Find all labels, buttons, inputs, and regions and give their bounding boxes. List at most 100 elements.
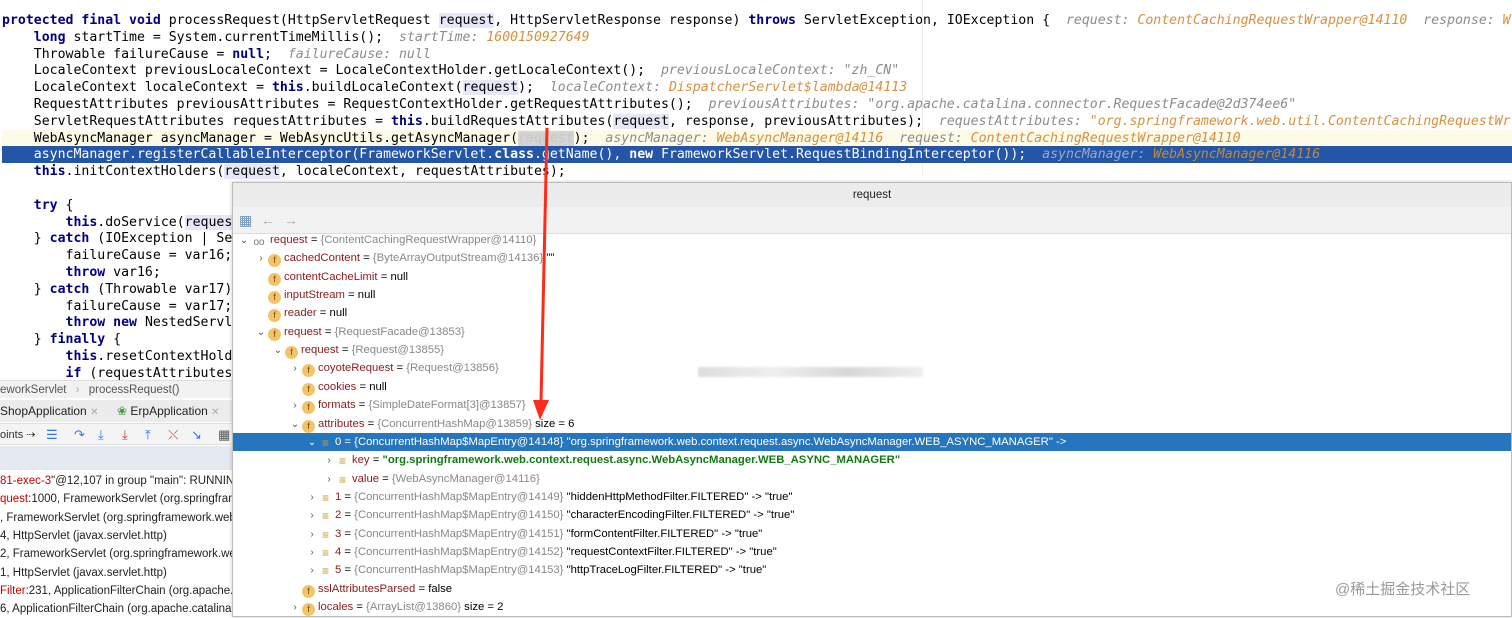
stack-frame[interactable]: Filter:231, ApplicationFilterChain (org.…: [0, 582, 232, 600]
code-token: new: [629, 147, 662, 163]
tree-row[interactable]: ⌄ oo request = {ContentCachingRequestWrapp…: [233, 231, 1511, 249]
code-token: .buildRequestAttributes(: [422, 113, 614, 129]
stack-frame[interactable]: 6, ApplicationFilterChain (org.apache.ca…: [0, 600, 232, 618]
code-token: ServletRequestAttributes requestAttribut…: [2, 113, 392, 129]
stack-frame[interactable]: 81-exec-3"@12,107 in group "main": RUNNI…: [0, 472, 232, 490]
collapse-chevron-icon[interactable]: ⌄: [271, 342, 285, 360]
tree-row[interactable]: › ≡ 4 = {ConcurrentHashMap$MapEntry@14152}…: [233, 543, 1511, 561]
tree-row[interactable]: › ≡ 5 = {ConcurrentHashMap$MapEntry@14153}…: [233, 561, 1511, 579]
tree-row[interactable]: › f locales = {ArrayList@13860} size = 2: [233, 598, 1511, 616]
stack-frame[interactable]: quest:1000, FrameworkServlet (org.spring…: [0, 490, 232, 508]
tree-row[interactable]: › ≡ value = {WebAsyncManager@14116}: [233, 470, 1511, 488]
tree-row[interactable]: ⌄ f request = {RequestFacade@13853}: [233, 323, 1511, 341]
run-to-cursor-icon[interactable]: ↘: [191, 424, 202, 446]
stack-frame[interactable]: 2, FrameworkServlet (org.springframework…: [0, 545, 232, 563]
collapse-chevron-icon[interactable]: ⌄: [237, 232, 251, 250]
drop-frame-icon[interactable]: ⤬: [168, 424, 178, 446]
tree-row[interactable]: › ≡ 3 = {ConcurrentHashMap$MapEntry@14151}…: [233, 525, 1511, 543]
code-token: failureCause = var17;: [2, 298, 233, 314]
watermark: @稀土掘金技术社区: [1335, 581, 1471, 598]
var-name: request: [301, 344, 339, 357]
field-icon: f: [285, 346, 298, 360]
collapse-chevron-icon[interactable]: ⌄: [254, 324, 268, 342]
close-icon[interactable]: ✕: [90, 407, 98, 418]
tree-row[interactable]: f sslAttributesParsed = false: [233, 580, 1511, 598]
var-value: null: [390, 270, 409, 283]
code-token: startTime = System.currentTimeMillis();: [73, 29, 399, 45]
expand-chevron-icon[interactable]: ›: [322, 471, 336, 489]
frames-icon[interactable]: ☰: [46, 424, 58, 446]
expand-chevron-icon[interactable]: ›: [288, 360, 302, 378]
tree-row[interactable]: ⌄ ≡ 0 = {ConcurrentHashMap$MapEntry@14148}…: [233, 432, 1511, 452]
tab-shop-application[interactable]: ShopApplication ✕: [0, 400, 98, 424]
code-line[interactable]: asyncManager.registerCallableInterceptor…: [2, 146, 1512, 164]
tab-erp-application[interactable]: ❀ ErpApplication ✕: [117, 400, 220, 424]
code-token: asyncManager.registerCallableInterceptor…: [2, 147, 495, 163]
code-token: request:: [1065, 13, 1138, 28]
code-token: (requestAttributes: [89, 365, 233, 381]
back-arrow-icon[interactable]: ←: [261, 207, 275, 234]
code-line[interactable]: WebAsyncManager asyncManager = WebAsyncU…: [2, 129, 1512, 147]
code-token: try: [33, 197, 66, 213]
evaluate-icon[interactable]: ▦: [218, 424, 230, 446]
code-token: response:: [1407, 13, 1503, 28]
var-type: {RequestFacade@13853}: [334, 325, 465, 338]
breadcrumb-class[interactable]: eworkServlet: [0, 384, 66, 396]
code-line[interactable]: Throwable failureCause = null; failureCa…: [2, 46, 1512, 63]
forward-arrow-icon[interactable]: →: [284, 207, 298, 234]
tree-row[interactable]: › f cachedContent = {ByteArrayOutputStream…: [233, 249, 1511, 268]
map-entry-icon: ≡: [321, 527, 329, 542]
collapse-chevron-icon[interactable]: ⌄: [305, 434, 319, 452]
tree-row[interactable]: › ≡ 2 = {ConcurrentHashMap$MapEntry@14150}…: [233, 506, 1511, 524]
var-name: 0: [335, 435, 342, 448]
expand-chevron-icon[interactable]: ›: [305, 562, 319, 580]
tree-row[interactable]: › f formats = {SimpleDateFormat[3]@13857}: [233, 396, 1511, 415]
map-entry-icon: ≡: [321, 509, 329, 524]
tree-row[interactable]: f reader = null: [233, 304, 1511, 323]
force-step-into-icon[interactable]: ⤓: [122, 424, 128, 446]
tree-row[interactable]: ⌄ f request = {Request@13855}: [233, 341, 1511, 360]
collapse-chevron-icon[interactable]: ⌄: [288, 416, 302, 434]
step-into-icon[interactable]: ⤓: [98, 424, 104, 446]
code-line[interactable]: LocaleContext previousLocaleContext = Lo…: [2, 62, 1512, 79]
tree-row[interactable]: f cookies = null: [233, 378, 1511, 396]
code-line[interactable]: protected final void processRequest(Http…: [2, 12, 1512, 29]
tree-row[interactable]: ⌄ f attributes = {ConcurrentHashMap@13859}…: [233, 415, 1511, 433]
expand-chevron-icon[interactable]: ›: [305, 489, 319, 507]
stack-frame[interactable]: , FrameworkServlet (org.springframework.…: [0, 509, 232, 527]
code-token: catch: [49, 281, 98, 297]
step-over-icon[interactable]: ↷: [74, 424, 85, 446]
stack-frame[interactable]: 4, HttpServlet (javax.servlet.http): [0, 527, 232, 545]
code-line[interactable]: RequestAttributes previousAttributes = R…: [2, 96, 1512, 113]
expand-chevron-icon[interactable]: ›: [305, 507, 319, 525]
breakpoints-label[interactable]: oints ⇢: [0, 424, 36, 446]
frame-location: 6, ApplicationFilterChain (org.apache.ca…: [0, 603, 232, 616]
tree-row[interactable]: › ≡ key = "org.springframework.web.context…: [233, 451, 1511, 469]
tree-row[interactable]: f inputStream = null: [233, 286, 1511, 305]
popup-title[interactable]: request: [233, 183, 1511, 207]
step-out-icon[interactable]: ⤒: [145, 424, 151, 446]
code-line[interactable]: LocaleContext localeContext = this.build…: [2, 79, 1512, 96]
expand-chevron-icon[interactable]: ›: [254, 250, 268, 268]
expand-chevron-icon[interactable]: ›: [288, 397, 302, 415]
code-line[interactable]: long startTime = System.currentTimeMilli…: [2, 29, 1512, 46]
breadcrumb-method[interactable]: processRequest(): [89, 384, 180, 396]
stack-frame[interactable]: 1, HttpServlet (javax.servlet.http): [0, 564, 232, 582]
close-icon[interactable]: ✕: [211, 407, 219, 418]
code-token: this: [271, 80, 304, 96]
code-token: request: [462, 80, 519, 96]
tree-row[interactable]: f contentCacheLimit = null: [233, 268, 1511, 286]
expand-chevron-icon[interactable]: ›: [322, 452, 336, 470]
var-name: coyoteRequest: [318, 362, 394, 375]
tree-row[interactable]: › ≡ 1 = {ConcurrentHashMap$MapEntry@14149}…: [233, 488, 1511, 506]
code-token: );: [573, 130, 606, 146]
code-line[interactable]: ServletRequestAttributes requestAttribut…: [2, 113, 1512, 130]
expand-chevron-icon[interactable]: ›: [305, 544, 319, 562]
expand-chevron-icon[interactable]: ›: [305, 526, 319, 544]
code-line[interactable]: this.initContextHolders(request, localeC…: [2, 163, 1512, 180]
code-token: .resetContextHold: [97, 349, 233, 364]
var-value: "httpTraceLogFilter.FILTERED" -> "true": [563, 564, 767, 577]
tree-icon[interactable]: ▦: [239, 207, 252, 234]
expand-chevron-icon[interactable]: ›: [288, 599, 302, 616]
